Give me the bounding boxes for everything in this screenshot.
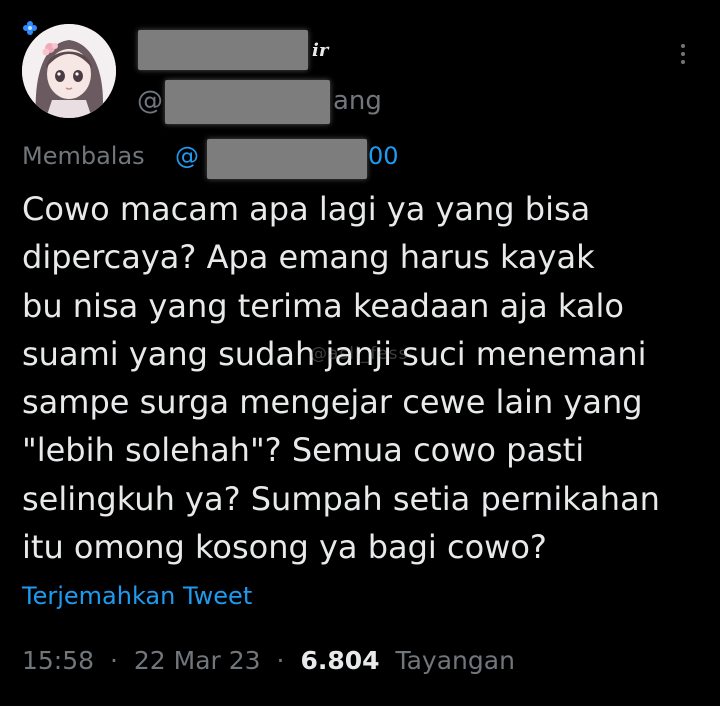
tweet-text-line: itu omong kosong ya bagi cowo? — [22, 528, 547, 567]
tweet-text-line: bu nisa yang terima keadaan aja kalo — [22, 286, 624, 325]
tweet-card: ir @ ang Membalas @ 00 Cowo macam apa la… — [0, 0, 720, 706]
tweet-text: Cowo macam apa lagi ya yang bisa diperca… — [22, 185, 712, 571]
translate-tweet-link[interactable]: Terjemahkan Tweet — [22, 582, 252, 610]
reply-handle-at[interactable]: @ — [175, 142, 199, 170]
reply-handle-suffix[interactable]: 00 — [368, 142, 399, 170]
avatar[interactable] — [22, 24, 116, 118]
meta-separator: · — [110, 646, 118, 675]
tweet-time[interactable]: 15:58 — [22, 646, 94, 675]
tweet-text-line: dipercaya? Apa emang harus kayak — [22, 238, 595, 277]
tweet-date[interactable]: 22 Mar 23 — [134, 646, 261, 675]
flower-icon — [22, 20, 38, 36]
author-handle-at: @ — [137, 86, 163, 116]
reply-handle-redaction — [207, 139, 367, 179]
more-dot-icon — [681, 44, 685, 48]
views-label: Tayangan — [395, 646, 515, 675]
more-dot-icon — [681, 52, 685, 56]
author-name-redaction — [138, 30, 308, 70]
tweet-text-line: Cowo macam apa lagi ya yang bisa — [22, 190, 591, 228]
tweet-meta: 15:58 · 22 Mar 23 · 6.804 Tayangan — [22, 646, 515, 675]
meta-separator: · — [276, 646, 285, 675]
replying-to-label: Membalas — [22, 142, 145, 170]
more-options-button[interactable] — [670, 38, 696, 70]
tweet-text-line: "lebih solehah"? Semua cowo pasti — [22, 431, 585, 470]
views-count: 6.804 — [300, 646, 380, 675]
author-name-suffix[interactable]: ir — [312, 40, 328, 61]
tweet-text-line: sampe surga mengejar cewe lain yang — [22, 383, 643, 422]
author-handle-redaction — [165, 80, 330, 124]
author-handle-suffix[interactable]: ang — [333, 86, 382, 116]
more-dot-icon — [681, 60, 685, 64]
tweet-text-line: selingkuh ya? Sumpah setia pernikahan — [22, 479, 660, 518]
watermark: @asli_fess — [310, 344, 409, 364]
